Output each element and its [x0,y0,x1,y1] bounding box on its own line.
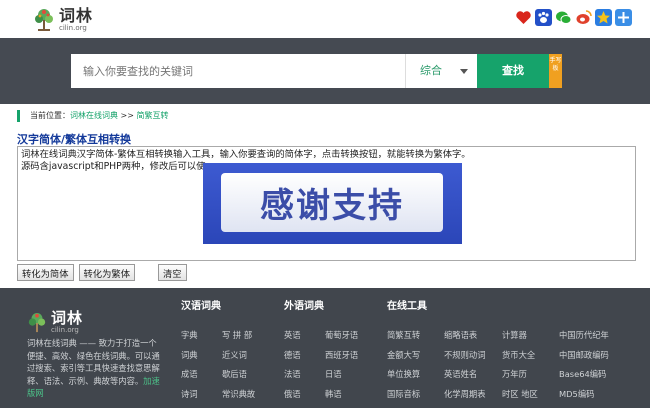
footer-link[interactable]: 写 拼 部 [222,329,252,341]
footer-link[interactable]: 计算器 [502,329,527,341]
footer-link[interactable]: 诗词 [181,388,198,400]
favorite-heart-icon[interactable] [515,9,532,26]
search-category-value: 综合 [420,64,442,77]
breadcrumb: 当前位置：词林在线词典 >> 简繁互转 [17,110,169,122]
footer-link[interactable]: 单位换算 [387,368,420,380]
more-plus-icon[interactable] [615,9,632,26]
footer-link[interactable]: 西班牙语 [325,349,358,361]
search-input[interactable] [71,54,405,88]
footer-link[interactable]: 中国邮政编码 [559,349,609,361]
clear-button[interactable]: 清空 [158,264,187,281]
chevron-down-icon [460,69,468,74]
site-footer: 词林 cilin.org 词林在线词典 —— 致力于打造一个便捷、高效、绿色在线… [0,288,650,408]
footer-col-tools-title: 在线工具 [387,301,427,312]
to-simplified-button[interactable]: 转化为简体 [17,264,74,281]
footer-link[interactable]: 国际音标 [387,388,420,400]
site-logo[interactable]: 词林 cilin.org [33,6,93,34]
qzone-star-icon[interactable] [595,9,612,26]
search-bar: 综合 查找 手写板 [0,38,650,104]
search-button[interactable]: 查找 [477,54,549,88]
footer-link[interactable]: 法语 [284,368,301,380]
footer-link[interactable]: 不规则动词 [444,349,486,361]
footer-link[interactable]: 时区 地区 [502,388,538,400]
search-category-select[interactable]: 综合 [405,54,477,88]
footer-link[interactable]: 金额大写 [387,349,420,361]
footer-link[interactable]: 德语 [284,349,301,361]
footer-link[interactable]: 俄语 [284,388,301,400]
conversion-buttons: 转化为简体 转化为繁体 清空 [17,264,187,281]
footer-logo-title: 词林 [51,309,84,327]
wechat-icon[interactable] [555,9,572,26]
page-title: 汉字简体/繁体互相转换 [17,133,132,146]
footer-link[interactable]: 化学周期表 [444,388,486,400]
footer-col-foreign-title: 外语词典 [284,301,324,312]
tree-logo-icon [35,9,53,31]
weibo-icon[interactable] [575,9,592,26]
footer-link[interactable]: 歇后语 [222,368,247,380]
footer-link[interactable]: Base64编码 [559,368,606,380]
footer-link[interactable]: 简繁互转 [387,329,420,341]
handwriting-button[interactable]: 手写板 [549,54,562,88]
footer-link[interactable]: 常识典故 [222,388,255,400]
footer-link[interactable]: 日语 [325,368,342,380]
footer-link[interactable]: MD5编码 [559,388,594,400]
breadcrumb-prefix: 当前位置： [30,111,70,120]
site-header: 词林 cilin.org [0,0,650,38]
footer-col-chinese-title: 汉语词典 [181,301,221,312]
baidu-paw-icon[interactable] [535,9,552,26]
logo-domain: cilin.org [59,24,87,32]
breadcrumb-separator: >> [118,111,137,120]
footer-link[interactable]: 词典 [181,349,198,361]
footer-description-text: 词林在线词典 —— 致力于打造一个便捷、高效、绿色在线词典。可以通过搜索、索引等… [27,338,160,386]
footer-link[interactable]: 字典 [181,329,198,341]
logo-title: 词林 [59,6,94,25]
breadcrumb-home-link[interactable]: 词林在线词典 [70,111,118,120]
thanks-banner: 感谢支持 [203,163,462,244]
footer-link[interactable]: 成语 [181,368,198,380]
footer-description: 词林在线词典 —— 致力于打造一个便捷、高效、绿色在线词典。可以通过搜索、索引等… [27,337,165,400]
footer-link[interactable]: 货币大全 [502,349,535,361]
share-bar [515,9,632,26]
footer-link[interactable]: 万年历 [502,368,527,380]
tree-logo-icon [28,312,46,332]
footer-logo-domain: cilin.org [51,326,79,334]
footer-link[interactable]: 韩语 [325,388,342,400]
footer-link[interactable]: 英语 [284,329,301,341]
breadcrumb-current-link[interactable]: 简繁互转 [137,111,169,120]
footer-link[interactable]: 中国历代纪年 [559,329,609,341]
to-traditional-button[interactable]: 转化为繁体 [78,264,135,281]
footer-logo[interactable]: 词林 cilin.org [27,311,83,334]
footer-link[interactable]: 英语姓名 [444,368,477,380]
footer-link[interactable]: 缩略语表 [444,329,477,341]
thanks-banner-text: 感谢支持 [260,186,404,226]
footer-link[interactable]: 葡萄牙语 [325,329,358,341]
footer-link[interactable]: 近义词 [222,349,247,361]
